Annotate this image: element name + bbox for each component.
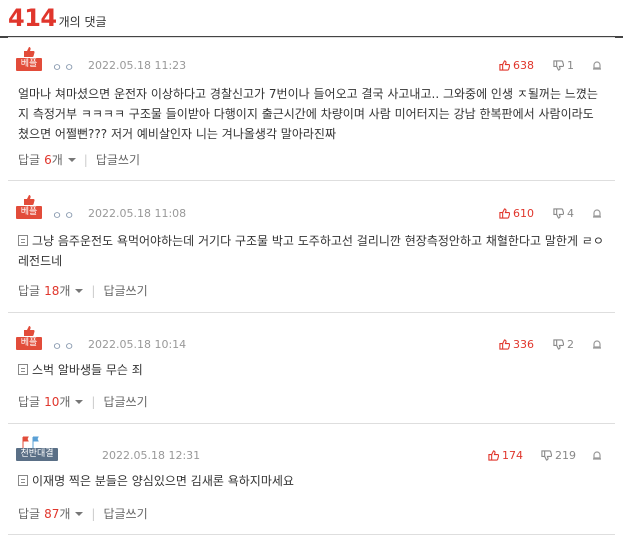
comment-item: 베플 ㅇㅇ 2022.05.18 11:23 638 1 얼마나 쳐마셨으면 운…	[0, 38, 623, 180]
thumbs-up-icon	[499, 208, 510, 219]
comment-footer: 답글 87 개 | 답글쓰기	[18, 505, 148, 522]
comment-header: 414 개의 댓글	[8, 4, 107, 32]
upvote-count: 336	[513, 338, 534, 351]
chevron-down-icon	[75, 511, 84, 516]
comment-body: 스벅 알바생들 무슨 죄	[18, 360, 608, 380]
comment-footer: 답글 10 개 | 답글쓰기	[18, 393, 148, 410]
separator	[8, 534, 615, 535]
upvote-button[interactable]: 638	[499, 59, 534, 72]
thumbs-up-mark-icon	[24, 47, 35, 57]
upvote-count: 174	[502, 449, 523, 462]
reply-unit: 개	[59, 395, 71, 409]
reply-count: 10	[44, 394, 60, 409]
upvote-count: 638	[513, 59, 534, 72]
comment-footer: 답글 6개 | 답글쓰기	[18, 151, 140, 168]
report-button[interactable]	[592, 450, 602, 460]
thumbs-down-icon	[553, 60, 564, 71]
comment-text: 이재명 찍은 분들은 양심있으면 김새론 욕하지마세요	[32, 474, 294, 488]
reply-count: 6	[44, 152, 52, 167]
reply-toggle[interactable]: 답글 6개	[18, 151, 76, 168]
reply-unit: 개	[51, 153, 63, 167]
thumbs-up-icon	[488, 450, 499, 461]
nickname[interactable]: ㅇㅇ	[52, 207, 76, 223]
downvote-button[interactable]: 219	[541, 449, 576, 462]
best-label: 베플	[16, 206, 42, 219]
reply-label: 답글	[18, 507, 41, 521]
comment-footer: 답글 18 개 | 답글쓰기	[18, 282, 148, 299]
document-icon	[18, 364, 28, 375]
siren-icon	[593, 61, 601, 70]
flag-icon	[22, 436, 39, 448]
reply-toggle[interactable]: 답글 10 개	[18, 393, 84, 410]
best-label: 베플	[16, 58, 42, 71]
divider: |	[83, 152, 88, 167]
comment-text: 그냥 음주운전도 욕먹어야하는데 거기다 구조물 박고 도주하고선 걸리니깐 현…	[18, 234, 604, 268]
downvote-count: 2	[567, 338, 574, 351]
report-button[interactable]	[592, 208, 602, 218]
downvote-button[interactable]: 1	[553, 59, 574, 72]
reply-toggle[interactable]: 답글 87 개	[18, 505, 84, 522]
thumbs-up-icon	[499, 60, 510, 71]
thumbs-up-mark-icon	[24, 326, 35, 336]
chevron-down-icon	[67, 157, 76, 162]
divider: |	[91, 506, 96, 521]
best-label: 베플	[16, 337, 42, 350]
comment-count: 414	[8, 4, 57, 32]
upvote-count: 610	[513, 207, 534, 220]
comment-count-label: 개의 댓글	[58, 15, 107, 29]
reply-label: 답글	[18, 153, 41, 167]
write-reply-link[interactable]: 답글쓰기	[103, 505, 147, 522]
thumbs-down-icon	[541, 450, 552, 461]
reply-toggle[interactable]: 답글 18 개	[18, 282, 84, 299]
divider: |	[91, 394, 96, 409]
document-icon	[18, 475, 28, 486]
thumbs-up-mark-icon	[24, 195, 35, 205]
downvote-button[interactable]: 4	[553, 207, 574, 220]
downvote-count: 1	[567, 59, 574, 72]
siren-icon	[593, 209, 601, 218]
reply-label: 답글	[18, 395, 41, 409]
reply-label: 답글	[18, 284, 41, 298]
nickname[interactable]: ㅇㅇ	[52, 59, 76, 75]
write-reply-link[interactable]: 답글쓰기	[96, 151, 140, 168]
upvote-button[interactable]: 174	[488, 449, 523, 462]
chevron-down-icon	[75, 288, 84, 293]
upvote-button[interactable]: 610	[499, 207, 534, 220]
reply-unit: 개	[59, 284, 71, 298]
thumbs-down-icon	[553, 208, 564, 219]
upvote-button[interactable]: 336	[499, 338, 534, 351]
thumbs-down-icon	[553, 339, 564, 350]
siren-icon	[593, 451, 601, 460]
report-button[interactable]	[592, 60, 602, 70]
downvote-count: 219	[555, 449, 576, 462]
chevron-down-icon	[75, 399, 84, 404]
document-icon	[18, 235, 28, 246]
reply-count: 87	[44, 506, 60, 521]
reply-unit: 개	[59, 507, 71, 521]
comment-item: 베플 ㅇㅇ 2022.05.18 11:08 610 4 그냥 음주운전도 욕먹…	[0, 181, 623, 311]
reply-count: 18	[44, 283, 60, 298]
comment-item: 베플 ㅇㅇ 2022.05.18 10:14 336 2 스벅 알바생들 무슨 …	[0, 313, 623, 423]
comment-date: 2022.05.18 11:23	[88, 59, 187, 72]
comment-body: 얼마나 쳐마셨으면 운전자 이상하다고 경찰신고가 7번이나 들어오고 결국 사…	[18, 87, 598, 141]
comment-date: 2022.05.18 11:08	[88, 207, 187, 220]
write-reply-link[interactable]: 답글쓰기	[103, 282, 147, 299]
downvote-button[interactable]: 2	[553, 338, 574, 351]
comment-text: 스벅 알바생들 무슨 죄	[32, 363, 143, 377]
divider: |	[91, 283, 96, 298]
comment-body: 이재명 찍은 분들은 양심있으면 김새론 욕하지마세요	[18, 471, 608, 491]
siren-icon	[593, 340, 601, 349]
comment-date: 2022.05.18 10:14	[88, 338, 187, 351]
downvote-count: 4	[567, 207, 574, 220]
comment-date: 2022.05.18 12:31	[102, 449, 201, 462]
report-button[interactable]	[592, 339, 602, 349]
comment-item: 천반대결 2022.05.18 12:31 174 219 이재명 찍은 분들은…	[0, 424, 623, 534]
grade-label: 천반대결	[16, 448, 58, 461]
comment-body: 그냥 음주운전도 욕먹어야하는데 거기다 구조물 박고 도주하고선 걸리니깐 현…	[18, 231, 608, 271]
nickname[interactable]: ㅇㅇ	[52, 338, 76, 354]
write-reply-link[interactable]: 답글쓰기	[103, 393, 147, 410]
thumbs-up-icon	[499, 339, 510, 350]
